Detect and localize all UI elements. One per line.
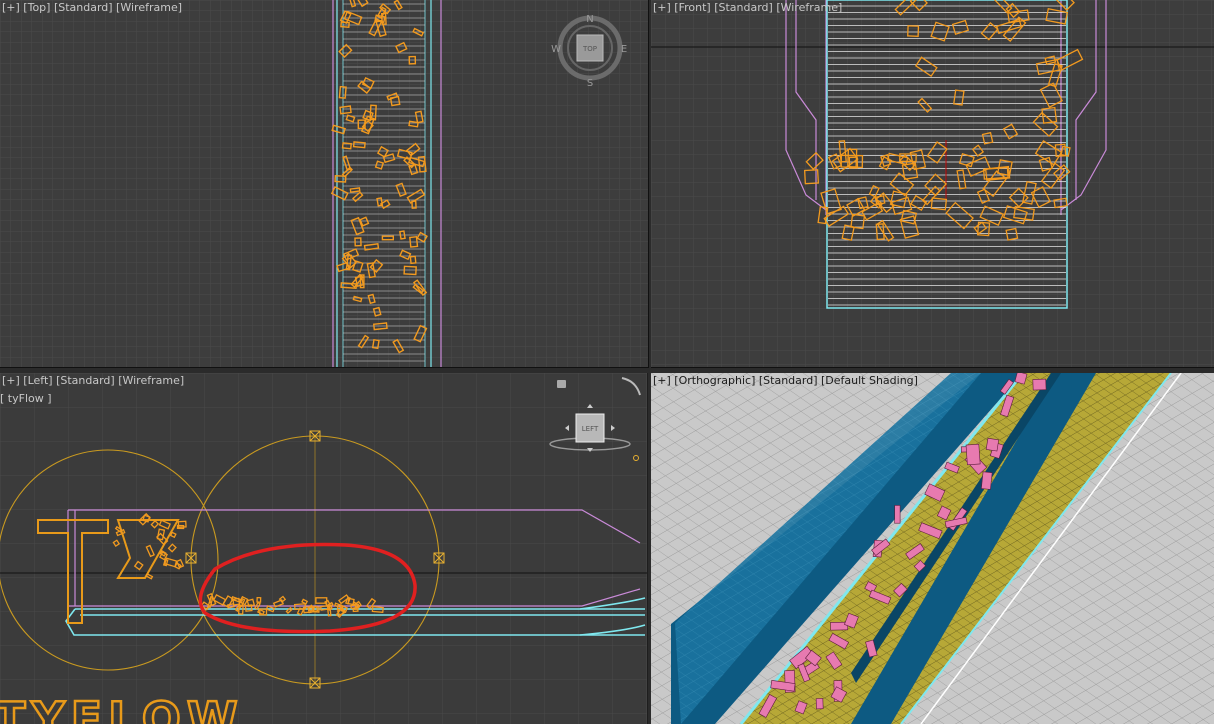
viewport-top-canvas[interactable]: TOP N S E W (0, 0, 648, 367)
viewport-label-orthographic[interactable]: [+] [Orthographic] [Standard] [Default S… (653, 374, 918, 387)
viewport-orthographic[interactable]: [+] [Orthographic] [Standard] [Default S… (651, 373, 1214, 724)
svg-text:E: E (621, 44, 627, 55)
lock-icon (557, 380, 566, 388)
viewport-label-front[interactable]: [+] [Front] [Standard] [Wireframe] (653, 1, 842, 14)
svg-text:W: W (551, 44, 561, 55)
viewport-ortho-canvas[interactable] (651, 373, 1214, 724)
particle (981, 471, 993, 490)
viewport-front[interactable]: [+] [Front] [Standard] [Wireframe] (651, 0, 1214, 368)
viewport-top[interactable]: TOP N S E W [+] [Top] [Standard] [Wirefr… (0, 0, 649, 368)
particle (965, 443, 981, 466)
viewcube-top-face: TOP (582, 45, 597, 53)
particle (815, 698, 824, 710)
viewport-label-left[interactable]: [+] [Left] [Standard] [Wireframe] (2, 374, 184, 387)
viewport-label-top[interactable]: [+] [Top] [Standard] [Wireframe] (2, 1, 182, 14)
logo-text: TYFLOW (0, 692, 244, 724)
viewcube-left-face: LEFT (582, 425, 599, 433)
particle (894, 505, 901, 524)
svg-text:S: S (587, 78, 593, 89)
viewport-left-canvas[interactable]: TYFLOW LEFT (0, 373, 647, 724)
viewport-sublabel-left: [ tyFlow ] (0, 392, 52, 405)
viewport-front-canvas[interactable] (651, 0, 1214, 367)
particle (1032, 378, 1047, 391)
particle (985, 437, 1000, 452)
svg-text:N: N (586, 14, 593, 25)
viewport-left[interactable]: TYFLOW LEFT [+] [Left] [Standard] [Wiref… (0, 373, 647, 724)
